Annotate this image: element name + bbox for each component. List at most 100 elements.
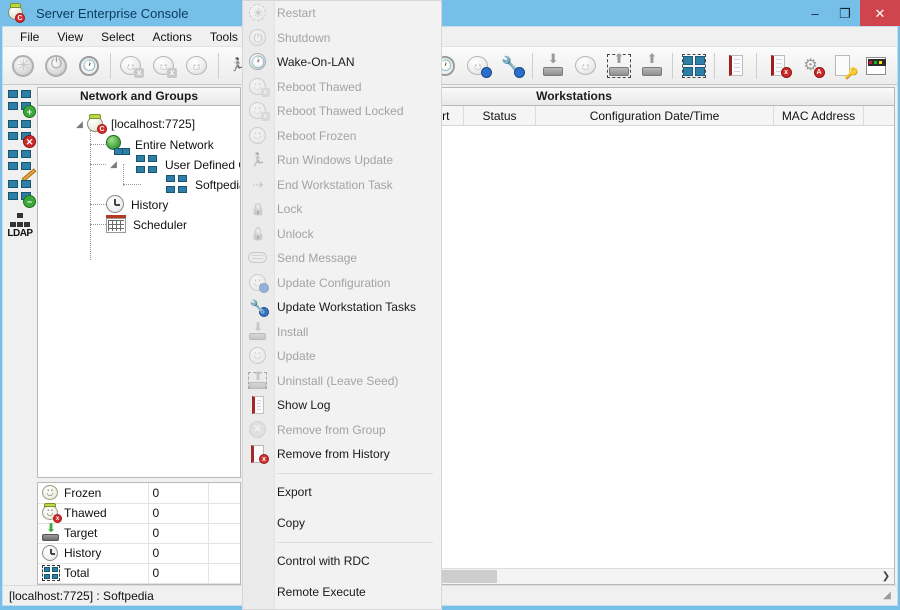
globe-network-icon (106, 135, 130, 155)
menu-item-remote-execute[interactable]: Remote Execute (243, 580, 441, 605)
table-row[interactable]: x Thawed 0 (38, 501, 240, 524)
ldap-icon[interactable]: LDAP (5, 213, 35, 247)
menu-item-run-windows-update[interactable]: Run Windows Update (243, 148, 441, 173)
menu-item-end-workstation-task[interactable]: End Workstation Task (243, 173, 441, 198)
menu-item-show-log[interactable]: Show Log (243, 393, 441, 418)
update-icon (248, 343, 268, 365)
menu-select[interactable]: Select (92, 28, 143, 46)
menu-item-lock[interactable]: Lock (243, 197, 441, 222)
toolbar-reboot-frozen-button[interactable] (182, 50, 213, 82)
menu-file[interactable]: File (11, 28, 48, 46)
menu-item-remove-from-history[interactable]: x Remove from History (243, 442, 441, 467)
maximize-button[interactable]: ❐ (830, 0, 860, 26)
show-log-icon (248, 396, 268, 414)
menu-item-update-workstation-tasks[interactable]: Update Workstation Tasks (243, 295, 441, 320)
menu-item-reboot-frozen[interactable]: Reboot Frozen (243, 123, 441, 149)
group-icon (136, 155, 160, 175)
tree-expander-user-groups[interactable]: ◢ (110, 159, 120, 169)
remove-workstations-icon[interactable]: ✕ (5, 119, 36, 148)
toolbar-install-button[interactable] (538, 50, 569, 82)
context-menu[interactable]: ✳ Restart ⏻ Shutdown 🕐 Wake-On-LAN x Reb… (242, 0, 442, 610)
disable-workstations-icon[interactable]: − (5, 179, 36, 208)
toolbar-license-key-button[interactable] (828, 50, 859, 82)
menu-item-send-message[interactable]: Send Message (243, 246, 441, 271)
menu-item-reboot-thawed[interactable]: x Reboot Thawed (243, 74, 441, 100)
tree-node-label: History (131, 198, 169, 212)
table-row[interactable]: History 0 (38, 543, 240, 564)
column-header-status[interactable]: Status (464, 106, 536, 125)
edit-workstations-icon[interactable] (5, 149, 37, 182)
toolbar-wake-on-lan-button[interactable] (74, 50, 105, 82)
toolbar-console-panel-button[interactable] (861, 50, 892, 82)
resize-grip-icon[interactable]: ◢ (879, 588, 895, 604)
main-body: + ✕ − LDAP Network and Groups ◢ C [local… (3, 85, 897, 585)
add-workstations-icon[interactable]: + (5, 89, 36, 118)
toolbar-reboot-thawed-locked-button[interactable]: x (149, 50, 180, 82)
menu-item-reboot-thawed-locked[interactable]: x Reboot Thawed Locked (243, 98, 441, 124)
toolbar-update-button[interactable] (571, 50, 602, 82)
application-window: C Server Enterprise Console – ❐ ✕ File V… (0, 0, 900, 610)
tree-node-entire-network[interactable]: Entire Network (106, 135, 214, 155)
menu-item-update-configuration[interactable]: Update Configuration (243, 270, 441, 296)
tree-node-localhost[interactable]: C [localhost:7725] (86, 114, 196, 134)
menu-actions[interactable]: Actions (144, 28, 201, 46)
menu-item-wake-on-lan[interactable]: 🕐 Wake-On-LAN (243, 50, 441, 75)
scroll-right-arrow-icon[interactable]: ❯ (878, 571, 894, 582)
toolbar-settings-button[interactable]: A (795, 50, 826, 82)
close-button[interactable]: ✕ (860, 0, 900, 26)
minimize-button[interactable]: – (800, 0, 830, 26)
tree-node-softpedia[interactable]: Softpedia (166, 175, 240, 195)
stat-label: History (64, 546, 102, 560)
menu-item-unlock[interactable]: Unlock (243, 222, 441, 247)
table-row[interactable]: ⬇ Target 0 (38, 522, 240, 544)
menu-item-label: Remove from History (277, 447, 390, 462)
menu-item-update[interactable]: Update (243, 343, 441, 369)
remove-from-group-icon (248, 420, 268, 439)
toolbar-reboot-thawed-button[interactable]: x (116, 50, 147, 82)
menu-item-label: Remote Execute (277, 585, 366, 600)
table-row[interactable]: Total 0 (38, 563, 240, 584)
toolbar-update-configuration-button[interactable] (463, 50, 494, 82)
toolbar-select-all-button[interactable] (678, 50, 709, 82)
menu-item-remove-from-group[interactable]: Remove from Group (243, 418, 441, 443)
tree-expander-root[interactable]: ◢ (76, 119, 86, 129)
menu-tools[interactable]: Tools (201, 28, 247, 46)
table-row[interactable]: Frozen 0 (38, 483, 240, 504)
menu-item-export[interactable]: Export (243, 480, 441, 505)
column-header-mac-address[interactable]: MAC Address (774, 106, 864, 125)
target-drive-icon: ⬇ (42, 522, 60, 541)
menu-bar: File View Select Actions Tools Help (3, 27, 897, 47)
menu-item-label: Wake-On-LAN (277, 55, 355, 70)
menu-item-label: Control with RDC (277, 553, 370, 568)
toolbar-remove-from-history-button[interactable]: x (762, 50, 793, 82)
window-client-area: File View Select Actions Tools Help x x (2, 26, 898, 606)
network-tree[interactable]: ◢ C [localhost:7725] Entire Network ◢ Us… (37, 105, 241, 478)
toolbar-power-button[interactable] (41, 50, 72, 82)
menu-item-copy[interactable]: Copy (243, 511, 441, 536)
clock-icon (106, 195, 126, 215)
root-server-icon: C (86, 114, 107, 134)
column-header-config-datetime[interactable]: Configuration Date/Time (536, 106, 774, 125)
toolbar-show-log-button[interactable] (720, 50, 751, 82)
stat-label: Thawed (64, 506, 107, 520)
toolbar-separator (109, 52, 111, 79)
tree-node-history[interactable]: History (106, 195, 168, 215)
toolbar-uninstall-button[interactable] (636, 50, 667, 82)
toolbar-update-workstation-tasks-button[interactable] (496, 50, 527, 82)
menu-item-shutdown[interactable]: ⏻ Shutdown (243, 26, 441, 51)
menu-view[interactable]: View (48, 28, 92, 46)
tree-line (90, 130, 91, 260)
menu-item-uninstall-leave-seed[interactable]: ⬆ Uninstall (Leave Seed) (243, 369, 441, 394)
menu-item-install[interactable]: ⬇ Install (243, 320, 441, 345)
toolbar-freeze-button[interactable] (8, 50, 39, 82)
reboot-thawed-locked-icon: x (248, 98, 270, 121)
toolbar-uninstall-leave-seed-button[interactable] (604, 50, 635, 82)
total-grid-icon (42, 565, 60, 581)
tree-node-user-defined-groups[interactable]: User Defined Groups (136, 155, 240, 175)
tree-node-label: [localhost:7725] (111, 117, 196, 131)
menu-item-label: Restart (277, 6, 316, 21)
menu-item-restart[interactable]: ✳ Restart (243, 1, 441, 26)
tree-node-scheduler[interactable]: Scheduler (106, 215, 187, 235)
menu-item-label: Remove from Group (277, 422, 386, 437)
menu-item-control-with-rdc[interactable]: Control with RDC (243, 549, 441, 574)
